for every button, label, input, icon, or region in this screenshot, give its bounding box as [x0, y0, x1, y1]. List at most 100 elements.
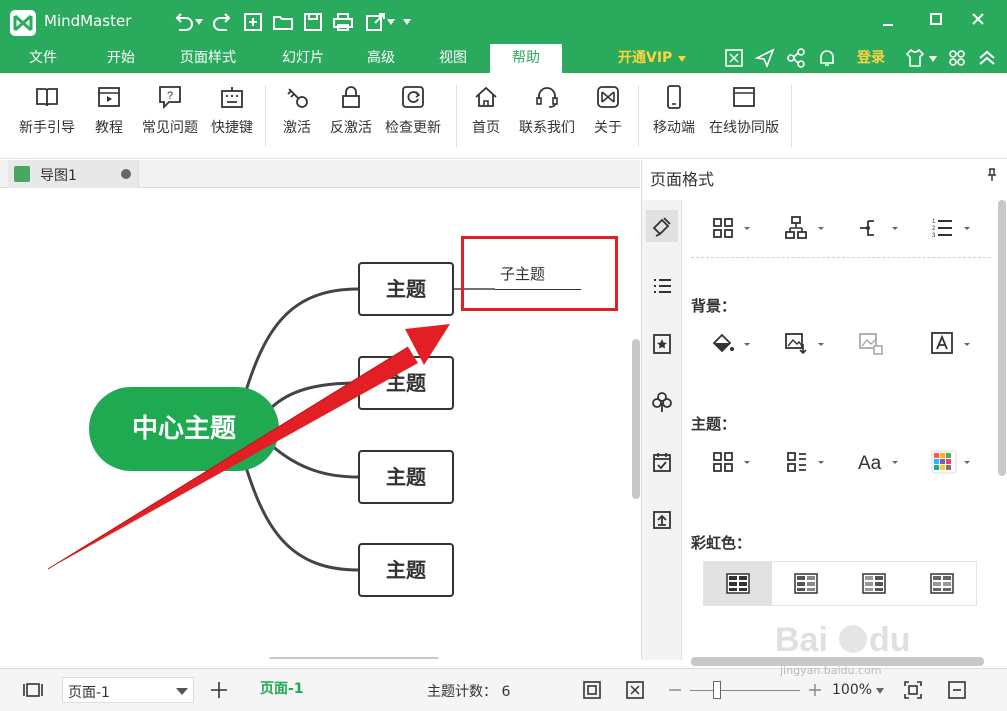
faq-button[interactable]: ? 常见问题	[139, 83, 201, 145]
theme-font-icon[interactable]: Aa	[856, 447, 900, 477]
zoom-slider[interactable]	[690, 690, 800, 691]
toggle-panel-icon[interactable]	[946, 679, 968, 701]
theme-layout-icon[interactable]	[782, 447, 826, 477]
document-tab-bar: 导图1	[0, 160, 640, 188]
app-title: MindMaster	[44, 12, 132, 30]
save-icon[interactable]	[300, 8, 326, 36]
export-dropdown-icon[interactable]	[387, 19, 395, 25]
zoom-dropdown-icon[interactable]	[876, 688, 884, 694]
watermark-text: jingyan.baidu.com	[780, 664, 882, 677]
pin-icon[interactable]	[986, 168, 998, 182]
quick-access-dropdown-icon[interactable]	[403, 19, 411, 25]
watermark-icon[interactable]	[928, 329, 972, 359]
collapse-ribbon-icon[interactable]	[975, 46, 999, 70]
background-image-icon[interactable]	[782, 329, 826, 359]
skin-dropdown-icon[interactable]	[929, 56, 937, 62]
document-tab[interactable]: 导图1	[8, 160, 139, 188]
activate-label: 激活	[283, 120, 311, 136]
tab-start[interactable]: 开始	[92, 44, 150, 73]
svg-text:?: ?	[167, 90, 173, 102]
tab-help[interactable]: 帮助	[490, 44, 562, 73]
title-bar: MindMaster	[0, 0, 1007, 44]
deactivate-button[interactable]: 反激活	[327, 83, 375, 145]
zoom-out-icon[interactable]	[664, 679, 686, 701]
rainbow-option-4[interactable]	[908, 562, 976, 605]
theme-color-icon[interactable]	[928, 447, 972, 477]
canvas-vertical-scrollbar[interactable]	[632, 339, 640, 499]
print-icon[interactable]	[330, 8, 356, 36]
export-icon[interactable]	[362, 8, 388, 36]
app-logo-icon	[10, 10, 36, 36]
page-format-tab[interactable]	[646, 210, 678, 242]
undo-icon[interactable]	[170, 8, 196, 36]
tab-file[interactable]: 文件	[14, 44, 72, 73]
skin-shirt-icon[interactable]	[903, 46, 927, 70]
connector-style-icon[interactable]	[856, 213, 900, 243]
fill-color-icon[interactable]	[708, 329, 752, 359]
close-icon[interactable]	[962, 6, 994, 34]
fit-page-icon[interactable]	[581, 679, 603, 701]
app-window: MindMaster 文件 开始 页面样式 幻灯片 高级 视图 帮助 开通VIP…	[0, 0, 1007, 711]
tab-slides[interactable]: 幻灯片	[270, 44, 336, 73]
page-panel-icon[interactable]	[22, 679, 44, 701]
mobile-button[interactable]: 移动端	[650, 83, 698, 145]
page-tab[interactable]: 页面-1	[260, 678, 304, 698]
panel-side-tabs	[642, 200, 682, 660]
shortcuts-button[interactable]: 快捷键	[208, 83, 256, 145]
clipart-tab[interactable]	[646, 386, 678, 418]
mindmaster-logo-icon	[597, 86, 619, 108]
rainbow-option-1[interactable]	[704, 562, 772, 605]
tab-page-style[interactable]: 页面样式	[166, 44, 250, 73]
zoom-slider-handle[interactable]	[713, 681, 721, 699]
check-update-button[interactable]: 检查更新	[382, 83, 444, 145]
activate-button[interactable]: 激活	[280, 83, 314, 145]
fit-window-icon[interactable]	[902, 679, 924, 701]
open-folder-icon[interactable]	[270, 8, 296, 36]
share-icon[interactable]	[784, 46, 808, 70]
home-button[interactable]: 首页	[468, 83, 504, 145]
redo-icon[interactable]	[210, 8, 236, 36]
minimize-icon[interactable]	[872, 6, 904, 34]
login-button[interactable]: 登录	[857, 44, 885, 73]
page-select[interactable]: 页面-1	[62, 677, 194, 703]
rainbow-option-2[interactable]	[772, 562, 840, 605]
tab-view[interactable]: 视图	[424, 44, 482, 73]
fullscreen-view-icon[interactable]	[624, 679, 646, 701]
theme-style-icon[interactable]	[708, 447, 752, 477]
svg-text:3: 3	[932, 233, 936, 239]
remove-background-icon[interactable]	[856, 329, 900, 359]
rainbow-option-3[interactable]	[840, 562, 908, 605]
org-chart-icon[interactable]	[782, 213, 826, 243]
apps-icon[interactable]	[945, 46, 969, 70]
theme-section-label: 主题：	[691, 415, 737, 433]
theme-font-icon-text: Aa	[858, 453, 882, 474]
numbering-icon[interactable]: 123	[928, 213, 972, 243]
new-file-icon[interactable]	[240, 8, 266, 36]
bell-icon[interactable]	[815, 46, 839, 70]
zoom-in-icon[interactable]	[804, 679, 826, 701]
online-collab-button[interactable]: 在线协同版	[705, 83, 783, 145]
layout-structure-icon[interactable]	[708, 213, 752, 243]
icon-tab[interactable]	[646, 328, 678, 360]
canvas-horizontal-scrollbar[interactable]	[268, 657, 440, 659]
contact-us-button[interactable]: 联系我们	[516, 83, 578, 145]
tutorial-button[interactable]: 教程	[90, 83, 128, 145]
tab-advanced[interactable]: 高级	[352, 44, 410, 73]
maximize-icon[interactable]	[920, 6, 952, 34]
beginner-guide-button[interactable]: 新手引导	[16, 83, 78, 145]
vip-dropdown-icon[interactable]	[678, 56, 686, 62]
add-page-icon[interactable]	[208, 679, 230, 701]
panel-vertical-scrollbar[interactable]	[998, 200, 1006, 476]
task-tab[interactable]	[646, 446, 678, 478]
send-icon[interactable]	[753, 46, 777, 70]
outline-tab[interactable]	[646, 270, 678, 302]
vip-button[interactable]: 开通VIP	[618, 44, 672, 73]
zoom-level[interactable]: 100%	[832, 682, 872, 698]
section-divider	[691, 257, 991, 258]
about-button[interactable]: 关于	[591, 83, 625, 145]
export-tab[interactable]	[646, 504, 678, 536]
about-label: 关于	[594, 120, 622, 136]
mindmap-canvas[interactable]: 主题 主题 主题 主题 中心主题 子主题	[0, 189, 640, 659]
undo-dropdown-icon[interactable]	[195, 19, 203, 25]
fullscreen-icon[interactable]	[722, 46, 746, 70]
